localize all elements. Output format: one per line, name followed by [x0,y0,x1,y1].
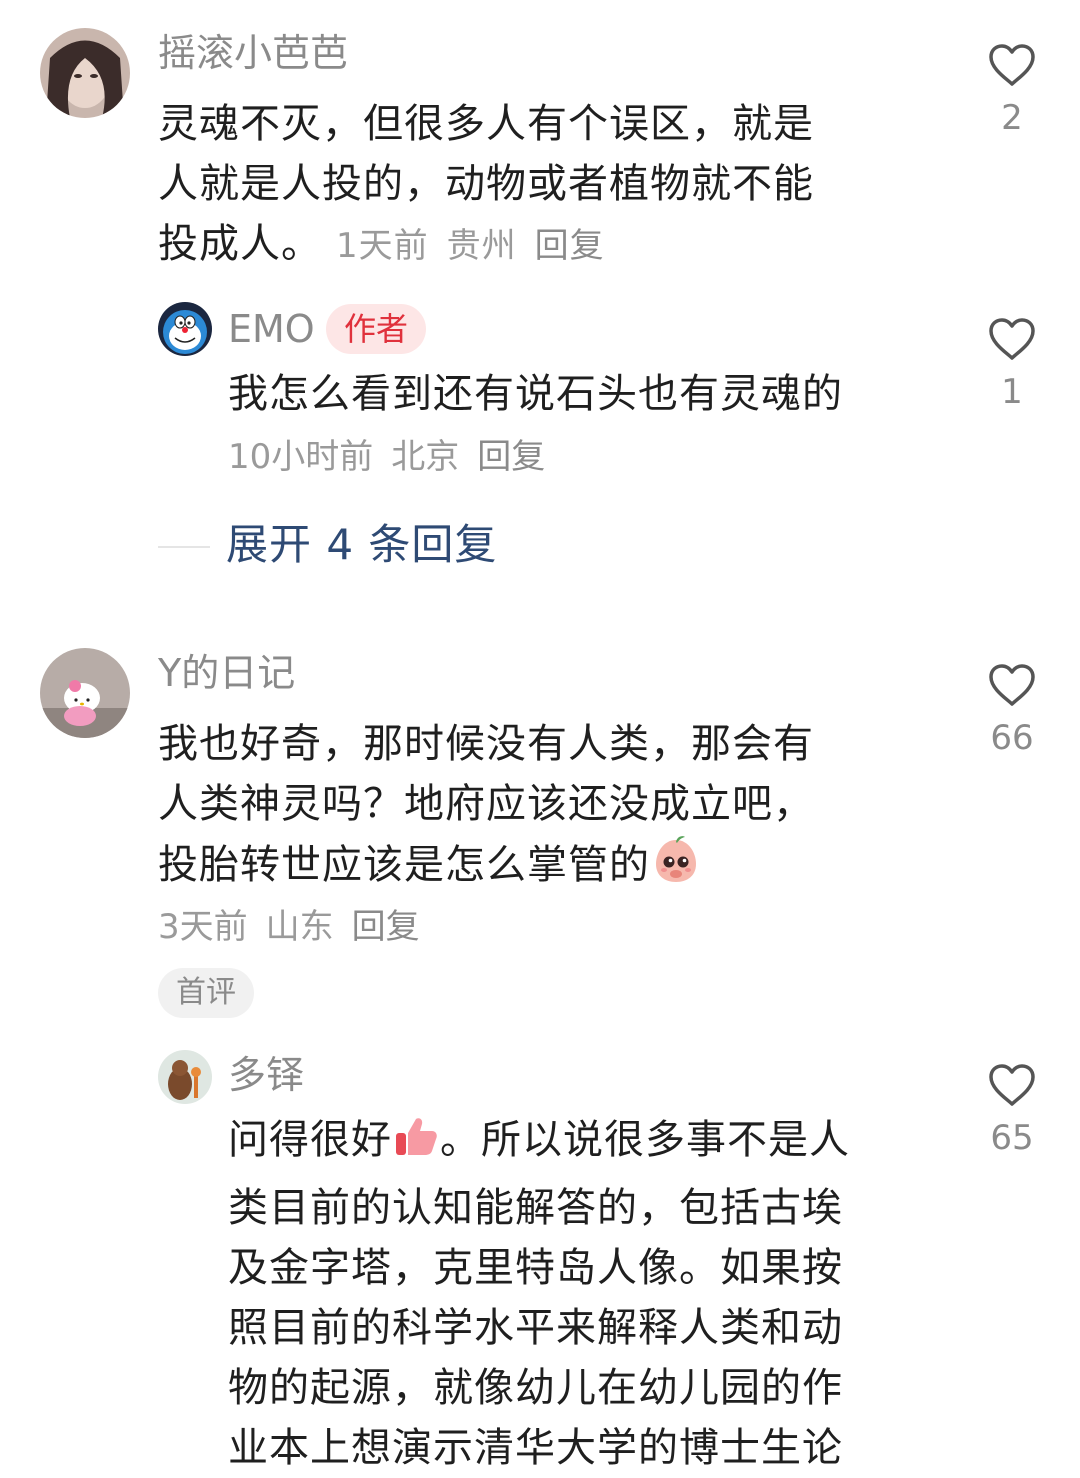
comment-line: 人类神灵吗？地府应该还没成立吧， [158,781,814,827]
like-count: 65 [990,1118,1034,1158]
comment-last-line: 投胎转世应该是怎么掌管的 [158,834,814,903]
reply-button[interactable]: 回复 [535,226,605,266]
author-badge: 作者 [326,304,427,354]
comment-line: 投成人。 [158,221,322,267]
peach-crying-emoji [650,834,702,903]
comment-line: 我也好奇，那时候没有人类，那会有 [158,721,814,767]
comment-username[interactable]: 摇滚小芭芭 [158,30,348,76]
like-button[interactable]: 2 [982,42,1042,138]
like-button[interactable]: 65 [982,1062,1042,1158]
avatar[interactable] [40,28,130,118]
reply-line: 物的起源，就像幼儿在幼儿园的作 [228,1365,843,1411]
comment-meta: 3天前 山东 回复 [158,904,438,950]
avatar[interactable] [158,1050,212,1104]
reply-line: 类目前的认知能解答的，包括古埃 [228,1185,843,1231]
avatar[interactable] [40,648,130,738]
reply-first-line: 问得很好 。所以说很多事不是人 [228,1110,850,1178]
heart-outline-icon [989,44,1035,86]
reply-text: 我怎么看到还有说石头也有灵魂的 [228,364,843,424]
reply-line: 及金字塔，克里特岛人像。如果按 [228,1245,843,1291]
like-count: 2 [1001,98,1023,138]
like-button[interactable]: 66 [982,662,1042,758]
comment-last-line: 投成人。 1天前 贵州 回复 [158,214,814,276]
reply-location: 北京 [391,437,460,477]
reply-text: 问得很好 。所以说很多事不是人 类目前的认知能解答的，包括古埃 及金字塔，克里特… [228,1110,850,1478]
comment-text: 我也好奇，那时候没有人类，那会有 人类神灵吗？地府应该还没成立吧， 投胎转世应该… [158,714,814,903]
reply-username[interactable]: 多铎 [228,1052,304,1098]
reply-time: 10小时前 [228,437,374,477]
reply-line: 我怎么看到还有说石头也有灵魂的 [228,371,843,417]
comment-line: 人就是人投的，动物或者植物就不能 [158,161,814,207]
reply-line: 照目前的科学水平来解释人类和动 [228,1305,843,1351]
comment-line: 灵魂不灭，但很多人有个误区，就是 [158,101,814,147]
heart-outline-icon [989,1064,1035,1106]
comment-location: 山东 [265,907,334,947]
comment-time: 1天前 [336,226,429,266]
like-button[interactable]: 1 [982,316,1042,412]
heart-outline-icon [989,664,1035,706]
reply-line: 问得很好 [228,1117,392,1163]
thumbs-up-emoji [392,1113,440,1178]
reply-button[interactable]: 回复 [352,907,420,947]
like-count: 66 [990,718,1034,758]
like-count: 1 [1001,372,1023,412]
reply-line: 业本上想演示清华大学的博士生论 [228,1425,843,1471]
first-comment-tag: 首评 [158,968,254,1018]
comment-line: 投胎转世应该是怎么掌管的 [158,842,650,888]
heart-outline-icon [989,318,1035,360]
reply-meta: 10小时前 北京 回复 [228,434,563,480]
divider [158,546,210,548]
comment-time: 3天前 [158,907,248,947]
reply-username[interactable]: EMO [228,306,315,352]
comment-username[interactable]: Y的日记 [158,650,295,696]
comment-location: 贵州 [446,226,517,266]
comment-text: 灵魂不灭，但很多人有个误区，就是 人就是人投的，动物或者植物就不能 投成人。 1天… [158,94,814,276]
expand-replies-button[interactable]: 展开 4 条回复 [226,520,497,570]
avatar[interactable] [158,302,212,356]
reply-line: 。所以说很多事不是人 [440,1117,850,1163]
reply-button[interactable]: 回复 [477,437,545,477]
comment-meta: 1天前 贵州 回复 [336,226,623,266]
